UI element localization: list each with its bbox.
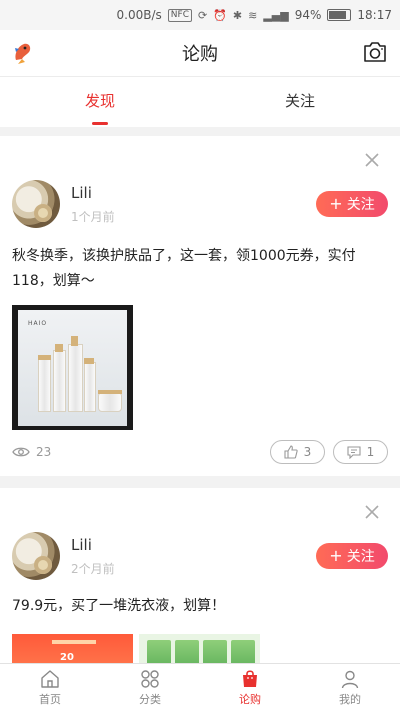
- comment-button[interactable]: 1: [333, 440, 388, 464]
- bluetooth-icon: ✱: [232, 8, 243, 22]
- nav-mine[interactable]: 我的: [300, 664, 400, 712]
- koi-logo-icon[interactable]: [10, 40, 36, 66]
- product-image[interactable]: 20: [12, 634, 133, 663]
- grid-icon: [141, 670, 159, 688]
- feed-tabs: 发现 关注: [0, 76, 400, 127]
- alarm-icon: ⏰: [213, 8, 227, 22]
- price-tag: 20: [60, 652, 74, 663]
- view-count: 23: [12, 445, 51, 459]
- page-title: 论购: [182, 44, 218, 65]
- close-icon[interactable]: [364, 152, 380, 168]
- avatar[interactable]: [12, 180, 60, 228]
- nav-home[interactable]: 首页: [0, 664, 100, 712]
- post-content: 79.9元，买了一堆洗衣液，划算！: [12, 598, 226, 614]
- follow-button[interactable]: + 关注: [316, 543, 388, 569]
- close-icon[interactable]: [364, 504, 380, 520]
- follow-label: 关注: [346, 549, 375, 565]
- camera-icon[interactable]: [362, 40, 388, 64]
- nfc-indicator: NFC: [167, 8, 192, 22]
- thumbs-up-icon: [284, 445, 298, 459]
- clock: 18:17: [357, 8, 392, 22]
- comment-icon: [347, 446, 361, 459]
- tab-following[interactable]: 关注: [200, 77, 400, 127]
- like-button[interactable]: 3: [270, 440, 325, 464]
- follow-label: 关注: [346, 197, 375, 213]
- battery-percent: 94%: [294, 8, 322, 22]
- wifi-icon: ≋: [248, 8, 258, 22]
- post-username[interactable]: Lili: [71, 184, 92, 202]
- avatar[interactable]: [12, 532, 60, 580]
- sync-icon: ⟳: [197, 8, 208, 22]
- product-brand: HAIO: [28, 320, 48, 327]
- user-icon: [341, 670, 359, 689]
- app-bar: 论购: [0, 30, 400, 76]
- network-speed: 0.00B/s: [116, 8, 162, 22]
- shopping-bag-icon: [243, 670, 257, 687]
- post-username[interactable]: Lili: [71, 536, 92, 554]
- follow-button[interactable]: + 关注: [316, 191, 388, 217]
- home-icon: [41, 670, 59, 688]
- signal-icon: ▂▄▆: [263, 8, 289, 22]
- post-card[interactable]: Lili 1个月前 + 关注 秋冬换季，该换护肤品了，这一套，领1000元券，实…: [0, 136, 400, 476]
- plus-icon: +: [329, 194, 343, 213]
- battery-icon: [327, 9, 352, 21]
- eye-icon: [12, 447, 30, 457]
- plus-icon: +: [329, 546, 343, 565]
- tab-discover[interactable]: 发现: [0, 77, 200, 127]
- post-time: 2个月前: [71, 562, 115, 576]
- product-image[interactable]: [139, 634, 260, 663]
- nav-category[interactable]: 分类: [100, 664, 200, 712]
- post-card[interactable]: Lili 2个月前 + 关注 79.9元，买了一堆洗衣液，划算！ 20: [0, 488, 400, 663]
- post-content: 秋冬换季，该换护肤品了，这一套，领1000元券，实付118，划算～: [12, 248, 356, 289]
- product-image[interactable]: HAIO: [12, 305, 133, 430]
- post-time: 1个月前: [71, 210, 115, 224]
- bottom-nav: 首页 分类 论购 我的: [0, 663, 400, 712]
- nav-lungou[interactable]: 论购: [200, 664, 300, 712]
- status-bar: 0.00B/s NFC ⟳ ⏰ ✱ ≋ ▂▄▆ 94% 18:17: [0, 0, 400, 30]
